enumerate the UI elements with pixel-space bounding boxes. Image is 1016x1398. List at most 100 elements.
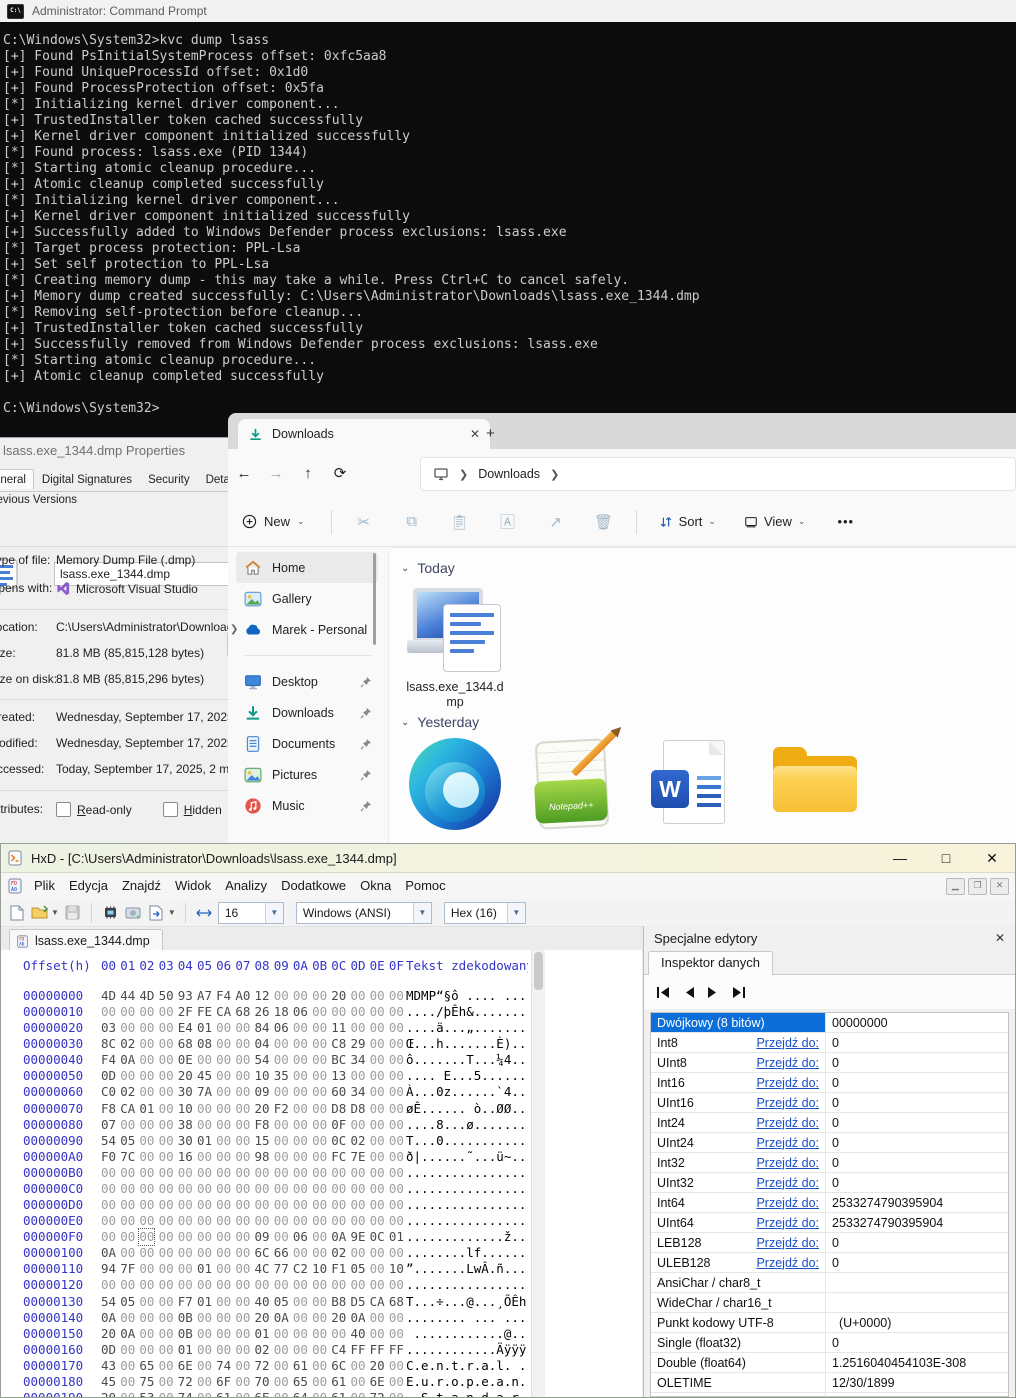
- hex-byte[interactable]: 7E: [350, 1149, 365, 1165]
- hex-byte[interactable]: 75: [139, 1374, 154, 1390]
- hex-byte[interactable]: 00: [370, 1036, 385, 1052]
- hex-byte[interactable]: 00: [293, 1036, 308, 1052]
- hex-offset[interactable]: 00000020: [23, 1020, 83, 1036]
- goto-link[interactable]: Przejdź do:: [756, 1076, 819, 1090]
- hex-byte[interactable]: 00: [312, 1020, 327, 1036]
- document-tab[interactable]: FDA0 lsass.exe_1344.dmp: [9, 929, 163, 952]
- hex-byte[interactable]: 00: [293, 1197, 308, 1213]
- hex-byte[interactable]: 00: [159, 1342, 174, 1358]
- inspector-row-int16[interactable]: Int16Przejdź do:0: [651, 1073, 1008, 1093]
- hex-byte[interactable]: 54: [101, 1133, 116, 1149]
- goto-link[interactable]: Przejdź do:: [756, 1116, 819, 1130]
- hex-byte[interactable]: 00: [389, 1358, 404, 1374]
- inspector-row-uint32[interactable]: UInt32Przejdź do:0: [651, 1173, 1008, 1193]
- inspector-row-int32[interactable]: Int32Przejdź do:0: [651, 1153, 1008, 1173]
- hex-offset[interactable]: 00000050: [23, 1068, 83, 1084]
- hex-byte[interactable]: 00: [139, 1020, 154, 1036]
- hex-byte[interactable]: 00: [389, 1117, 404, 1133]
- hex-byte[interactable]: 00: [389, 1036, 404, 1052]
- hex-byte[interactable]: 98: [255, 1149, 270, 1165]
- hex-byte[interactable]: 00: [370, 1197, 385, 1213]
- inspector-row-int64[interactable]: Int64Przejdź do:2533274790395904: [651, 1193, 1008, 1213]
- hex-byte[interactable]: 00: [274, 1052, 289, 1068]
- hex-byte[interactable]: 00: [331, 1326, 346, 1342]
- hex-byte[interactable]: 93: [178, 988, 193, 1004]
- hex-byte[interactable]: 01: [178, 1342, 193, 1358]
- sidebar-item-pictures[interactable]: Pictures: [236, 759, 378, 790]
- hex-byte[interactable]: 00: [312, 1310, 327, 1326]
- hex-byte[interactable]: 01: [255, 1326, 270, 1342]
- hex-byte[interactable]: 20: [255, 1310, 270, 1326]
- hex-byte[interactable]: 00: [120, 1390, 135, 1397]
- hex-byte[interactable]: 00: [159, 1261, 174, 1277]
- hex-byte[interactable]: F0: [101, 1149, 116, 1165]
- hex-byte[interactable]: CA: [120, 1101, 135, 1117]
- hex-byte[interactable]: 00: [293, 1181, 308, 1197]
- hex-byte[interactable]: 20: [331, 1310, 346, 1326]
- hex-byte[interactable]: 00: [293, 1342, 308, 1358]
- hex-byte[interactable]: 00: [235, 1052, 250, 1068]
- hex-byte[interactable]: 00: [312, 1133, 327, 1149]
- hex-byte[interactable]: 09: [255, 1084, 270, 1100]
- hex-byte[interactable]: 00: [159, 1020, 174, 1036]
- inspector-value[interactable]: 0: [826, 1116, 1008, 1130]
- hex-byte[interactable]: 7F: [120, 1261, 135, 1277]
- hex-offset[interactable]: 00000120: [23, 1277, 83, 1293]
- hex-byte[interactable]: 00: [312, 1084, 327, 1100]
- hex-byte[interactable]: 00: [255, 1213, 270, 1229]
- hex-byte[interactable]: 00: [350, 988, 365, 1004]
- hex-offset[interactable]: 00000130: [23, 1294, 83, 1310]
- open-file-icon[interactable]: [30, 903, 49, 922]
- hex-byte[interactable]: FF: [370, 1342, 385, 1358]
- hex-byte[interactable]: 02: [350, 1133, 365, 1149]
- hex-byte[interactable]: 00: [159, 1052, 174, 1068]
- hex-byte[interactable]: 00: [139, 1036, 154, 1052]
- hex-decoded-text[interactable]: .... E...5......: [406, 1068, 528, 1084]
- hex-byte[interactable]: D8: [331, 1101, 346, 1117]
- hex-byte[interactable]: 00: [159, 1036, 174, 1052]
- hex-byte[interactable]: 00: [139, 1277, 154, 1293]
- chevron-down-icon[interactable]: ▼: [168, 908, 176, 917]
- hex-byte[interactable]: 00: [370, 1213, 385, 1229]
- sidebar-item-gallery[interactable]: Gallery: [236, 583, 378, 614]
- hex-scrollbar[interactable]: [531, 950, 545, 1397]
- hex-byte[interactable]: 00: [389, 1197, 404, 1213]
- hex-byte[interactable]: 00: [197, 1117, 212, 1133]
- hex-byte[interactable]: 00: [139, 1342, 154, 1358]
- hex-byte[interactable]: 00: [389, 1020, 404, 1036]
- hex-byte[interactable]: 10: [312, 1261, 327, 1277]
- hex-byte[interactable]: 00: [216, 1101, 231, 1117]
- hex-byte[interactable]: 02: [331, 1245, 346, 1261]
- hex-byte[interactable]: 00: [312, 988, 327, 1004]
- cut-button[interactable]: ✂: [340, 513, 388, 531]
- hex-byte[interactable]: 01: [389, 1229, 404, 1245]
- back-button[interactable]: ←: [228, 465, 260, 482]
- hex-byte[interactable]: 00: [370, 1020, 385, 1036]
- breadcrumb[interactable]: ❯ Downloads ❯: [420, 457, 1016, 491]
- hex-byte[interactable]: 00: [389, 1101, 404, 1117]
- menu-edycja[interactable]: Edycja: [62, 878, 115, 893]
- sort-button[interactable]: Sort ⌄: [659, 514, 716, 529]
- hex-byte[interactable]: 00: [312, 1165, 327, 1181]
- hex-byte[interactable]: 00: [197, 1390, 212, 1397]
- hex-byte[interactable]: 00: [389, 1068, 404, 1084]
- hex-byte[interactable]: 74: [178, 1390, 193, 1397]
- hex-byte[interactable]: 00: [312, 1374, 327, 1390]
- hex-byte[interactable]: 00: [389, 1052, 404, 1068]
- hex-byte[interactable]: 61: [293, 1358, 308, 1374]
- hex-byte[interactable]: 00: [312, 1004, 327, 1020]
- hex-byte[interactable]: 08: [197, 1036, 212, 1052]
- hex-byte[interactable]: 00: [370, 1165, 385, 1181]
- sidebar-item-desktop[interactable]: Desktop: [236, 666, 378, 697]
- hex-byte[interactable]: 40: [255, 1294, 270, 1310]
- hex-byte[interactable]: 0A: [350, 1310, 365, 1326]
- hex-byte[interactable]: FC: [331, 1149, 346, 1165]
- hex-byte[interactable]: 00: [350, 1004, 365, 1020]
- goto-link[interactable]: Przejdź do:: [756, 1256, 819, 1270]
- hex-byte[interactable]: 00: [370, 988, 385, 1004]
- hex-byte[interactable]: 00: [120, 1277, 135, 1293]
- hex-byte[interactable]: 00: [101, 1004, 116, 1020]
- hex-byte[interactable]: 6E: [370, 1374, 385, 1390]
- hex-byte[interactable]: C0: [101, 1084, 116, 1100]
- hex-offset[interactable]: 00000150: [23, 1326, 83, 1342]
